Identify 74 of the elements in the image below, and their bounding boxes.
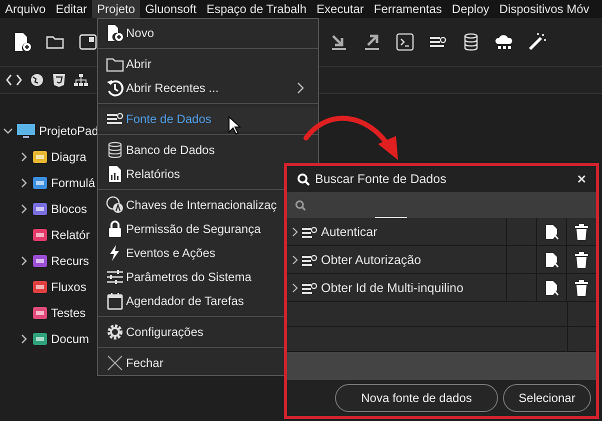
edit-file-icon[interactable] <box>544 224 558 240</box>
code-icon[interactable] <box>6 73 22 87</box>
menu-item[interactable]: Projeto <box>92 0 140 18</box>
menu-item[interactable]: Abrir <box>98 52 318 76</box>
menu-item[interactable]: Editar <box>50 0 92 18</box>
monitor-icon <box>16 123 36 139</box>
db-icon <box>106 141 124 159</box>
expand-chevron-icon[interactable] <box>19 256 29 266</box>
menu-item[interactable]: Deploy <box>446 0 494 18</box>
menu-item[interactable]: Fonte de Dados <box>98 107 318 131</box>
tree-item[interactable]: Diagra <box>51 150 86 164</box>
search-icon <box>295 200 306 210</box>
lock-icon <box>106 220 124 238</box>
menu-item[interactable]: Novo <box>98 21 318 45</box>
tree-item[interactable]: Docum <box>51 332 90 346</box>
close-button[interactable]: × <box>575 170 588 188</box>
gear-icon <box>106 323 124 341</box>
menu-item[interactable]: Arquivo <box>0 0 51 18</box>
edit-file-icon[interactable] <box>544 280 558 296</box>
tree-item[interactable]: Blocos <box>51 202 88 216</box>
calendar-icon <box>106 292 124 310</box>
globe-icon[interactable] <box>30 73 44 87</box>
trash-icon[interactable] <box>575 252 588 268</box>
new-data-source-button[interactable]: Nova fonte de dados <box>335 384 498 412</box>
close-icon <box>106 354 124 372</box>
data-search-icon <box>302 254 318 266</box>
report-icon <box>106 165 124 183</box>
search-field[interactable] <box>287 192 596 218</box>
tree-item[interactable]: Relatór <box>51 228 90 242</box>
search-icon <box>297 172 310 186</box>
window-icon[interactable] <box>78 32 98 52</box>
tree-item[interactable]: Formulá <box>51 176 96 190</box>
expand-chevron-icon[interactable] <box>3 126 13 136</box>
menu-item[interactable]: Ferramentas <box>368 0 447 18</box>
new-icon <box>106 24 124 42</box>
history-icon <box>106 79 124 97</box>
menu-item[interactable]: Abrir Recentes ... <box>98 76 318 100</box>
import-icon[interactable] <box>329 32 349 52</box>
sliders-icon <box>106 268 124 286</box>
export-icon[interactable] <box>362 32 382 52</box>
trash-icon[interactable] <box>575 280 588 296</box>
menu-item[interactable]: Espaço de Trabalh <box>201 0 312 18</box>
expand-chevron-icon[interactable] <box>291 282 299 292</box>
tree-item[interactable]: Recurs <box>51 254 90 268</box>
shield-icon[interactable] <box>52 73 66 87</box>
menu-item[interactable]: Dispositivos Móv <box>494 0 594 18</box>
tree-item[interactable]: ProjetoPad <box>39 124 98 138</box>
mouse-pointer-icon <box>228 116 242 136</box>
expand-chevron-icon[interactable] <box>19 178 29 188</box>
expand-chevron-icon[interactable] <box>19 204 29 214</box>
terminal-icon[interactable] <box>395 32 415 52</box>
data-search-icon <box>302 226 318 238</box>
magic-wand-icon[interactable] <box>527 32 547 52</box>
menu-item[interactable]: Executar <box>312 0 369 18</box>
menu-item[interactable]: Banco de Dados <box>98 138 318 162</box>
data-search-icon <box>302 282 318 294</box>
tree-item[interactable]: Fluxos <box>51 280 86 294</box>
select-button[interactable]: Selecionar <box>503 384 591 412</box>
menu-item[interactable]: Gluonsoft <box>140 0 202 18</box>
trash-icon[interactable] <box>575 224 588 240</box>
tree-item[interactable]: Testes <box>51 306 86 320</box>
hierarchy-icon[interactable] <box>74 73 88 87</box>
translate-icon <box>106 196 124 214</box>
menu-item[interactable]: Fechar <box>98 351 318 375</box>
menu-item[interactable]: Configurações <box>98 320 318 344</box>
expand-chevron-icon[interactable] <box>19 334 29 344</box>
dialog-title: Buscar Fonte de Dados <box>315 172 448 186</box>
cloud-icon[interactable] <box>494 32 514 52</box>
menu-item[interactable]: Chaves de Internacionalizaç <box>98 193 318 217</box>
expand-chevron-icon[interactable] <box>291 254 299 264</box>
edit-file-icon[interactable] <box>544 252 558 268</box>
expand-chevron-icon[interactable] <box>19 152 29 162</box>
new-file-icon[interactable] <box>12 32 32 52</box>
expand-chevron-icon[interactable] <box>291 226 299 236</box>
